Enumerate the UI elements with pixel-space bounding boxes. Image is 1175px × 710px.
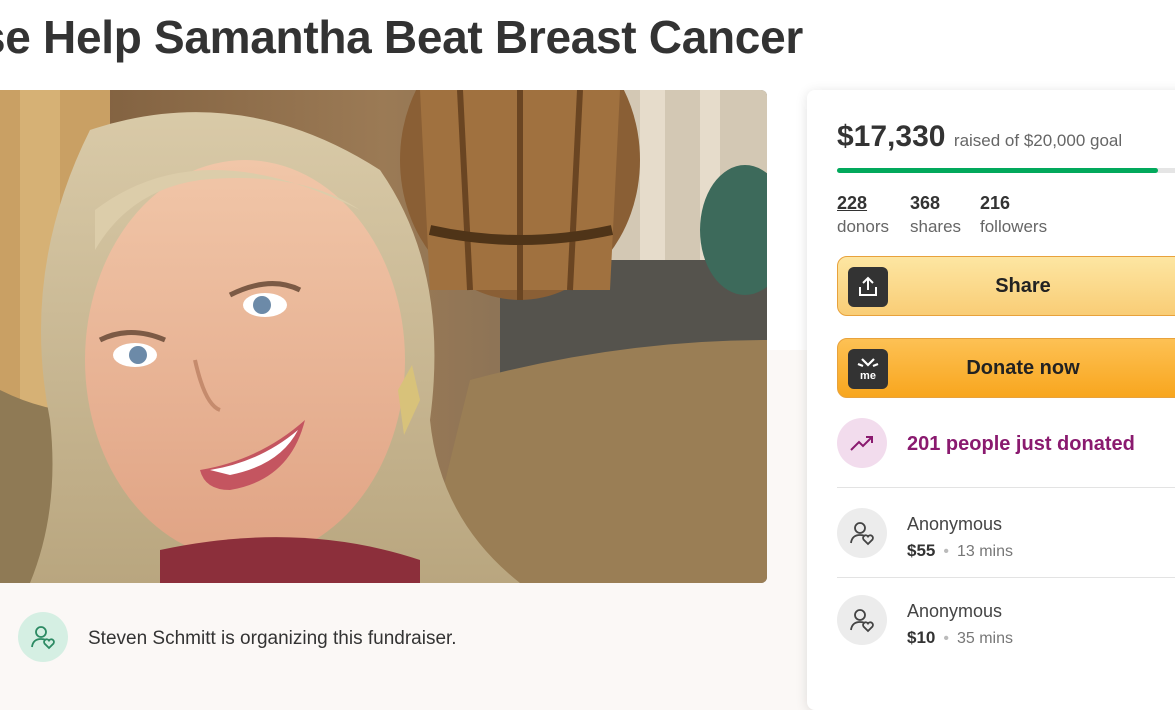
followers-count: 216 (980, 193, 1011, 213)
shares-label: shares (910, 217, 962, 236)
progress-fill (837, 168, 1158, 173)
donate-button-label: Donate now (966, 357, 1080, 379)
divider (837, 577, 1175, 578)
stat-followers: 216 followers (980, 193, 1047, 237)
separator-dot: • (943, 543, 949, 560)
trending-up-icon (837, 418, 887, 468)
share-button[interactable]: Share (837, 256, 1175, 316)
raised-amount: $17,330 (837, 120, 946, 153)
campaign-photo[interactable] (0, 90, 767, 583)
svg-text:me: me (860, 370, 876, 382)
separator-dot: • (943, 630, 949, 647)
donors-count[interactable]: 228 (837, 193, 889, 214)
donation-item: Anonymous $55 • 13 mins (837, 508, 1175, 568)
gofundme-logo-icon: me (848, 349, 888, 389)
donation-time: 35 mins (956, 630, 1014, 647)
donor-heart-icon (837, 508, 887, 558)
donor-heart-icon (837, 595, 887, 645)
donation-time: 13 mins (956, 543, 1014, 560)
donors-label: donors (837, 217, 889, 236)
donation-meta: $55 • 13 mins (907, 541, 1013, 561)
donation-amount: $10 (907, 628, 936, 647)
followers-label: followers (980, 217, 1048, 236)
share-button-label: Share (995, 275, 1051, 297)
shares-count: 368 (910, 193, 941, 213)
donation-meta: $10 • 35 mins (907, 628, 1013, 648)
donation-amount: $55 (907, 541, 936, 560)
divider (837, 487, 1175, 488)
donor-name: Anonymous (907, 514, 1003, 534)
progress-bar (837, 168, 1175, 173)
donate-now-button[interactable]: me Donate now (837, 338, 1175, 398)
stat-donors[interactable]: 228 donors (837, 193, 889, 237)
raised-summary: $17,330 raised of $20,000 goal (837, 120, 1122, 154)
donation-sidebar-card: $17,330 raised of $20,000 goal 228 donor… (807, 90, 1175, 710)
donor-name: Anonymous (907, 601, 1003, 621)
stat-shares: 368 shares (910, 193, 961, 237)
share-icon (848, 267, 888, 307)
organizer-text: Steven Schmitt is organizing this fundra… (88, 628, 457, 649)
campaign-title: se Help Samantha Beat Breast Cancer (0, 11, 803, 63)
recent-donations-text: 201 people just donated (907, 433, 1135, 455)
donation-item: Anonymous $10 • 35 mins (837, 595, 1175, 655)
goal-text: raised of $20,000 goal (953, 131, 1123, 150)
organizer-icon (18, 612, 68, 662)
